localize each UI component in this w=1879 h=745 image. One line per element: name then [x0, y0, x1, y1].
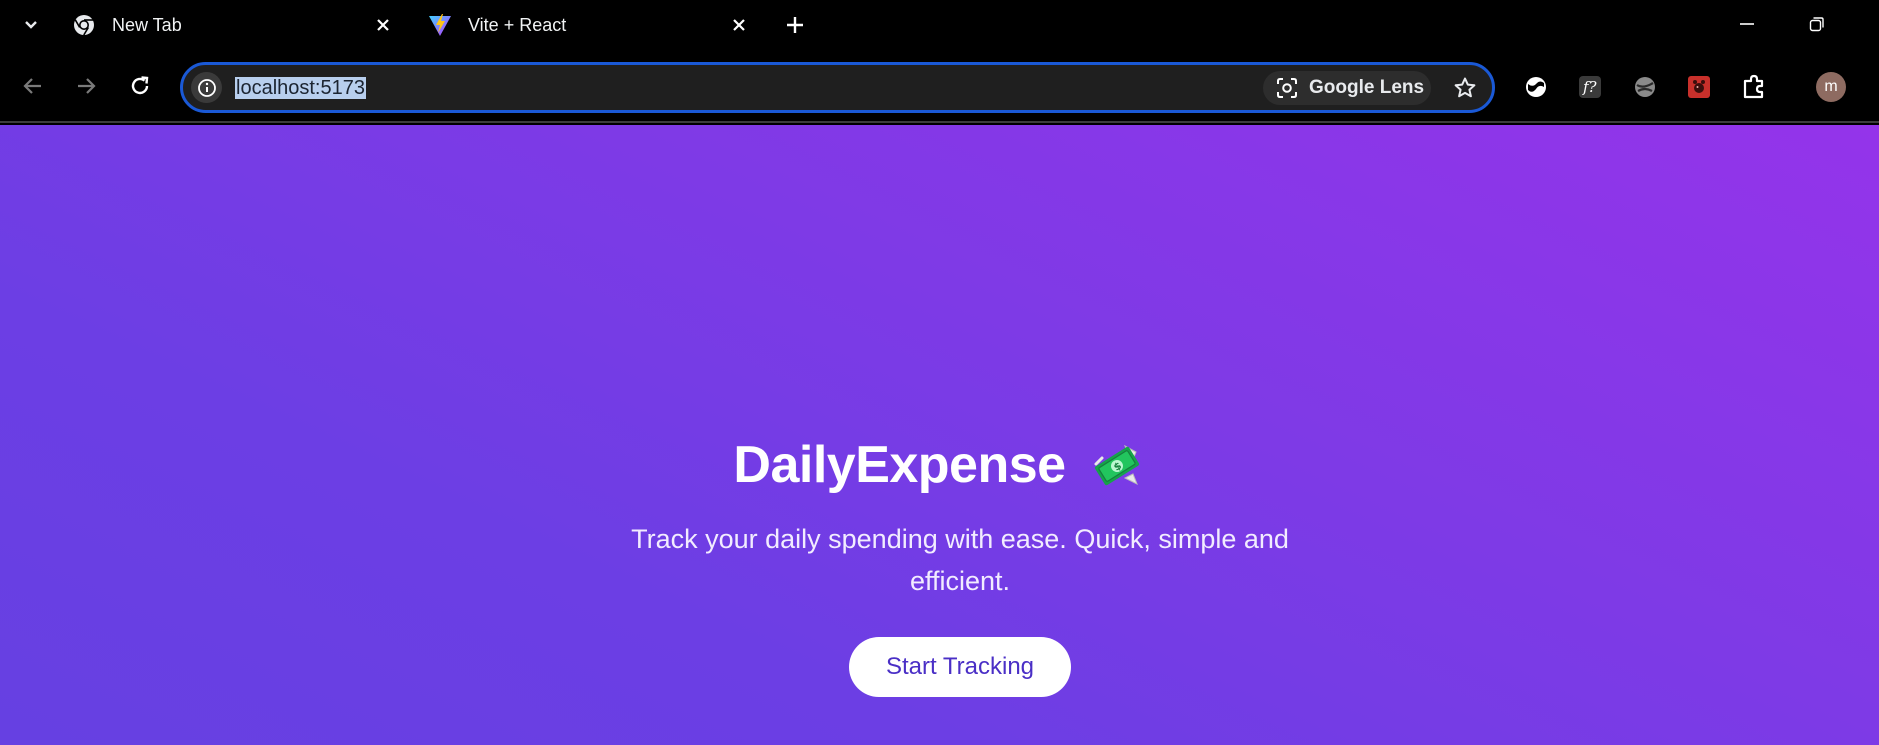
globe-icon[interactable]: [1631, 73, 1659, 101]
forward-arrow-icon[interactable]: [68, 68, 104, 104]
world-icon[interactable]: [1522, 73, 1550, 101]
font-identify-icon[interactable]: f?: [1576, 73, 1604, 101]
tab-search-chevron-icon[interactable]: [14, 10, 48, 40]
start-tracking-button[interactable]: Start Tracking: [849, 637, 1071, 697]
new-tab-plus-icon[interactable]: [780, 10, 810, 40]
red-bug-icon[interactable]: [1685, 73, 1713, 101]
minimize-icon[interactable]: [1722, 4, 1772, 44]
browser-toolbar: localhost:5173 Google Lens f? m: [0, 50, 1879, 123]
chrome-icon: [72, 13, 96, 37]
reload-icon[interactable]: [122, 68, 158, 104]
page-title: DailyExpense: [733, 436, 1066, 494]
site-info-icon[interactable]: [191, 72, 222, 103]
puzzle-icon[interactable]: [1740, 73, 1768, 101]
tab-title: New Tab: [112, 14, 182, 35]
flying-money-icon: $: [1094, 444, 1139, 486]
svg-text:f?: f?: [1582, 78, 1598, 96]
bookmark-star-icon[interactable]: [1451, 74, 1479, 102]
close-icon[interactable]: [370, 12, 396, 38]
tab-title: Vite + React: [468, 14, 567, 35]
google-lens-button[interactable]: Google Lens: [1263, 71, 1431, 105]
tab-new-tab[interactable]: New Tab: [62, 6, 402, 44]
address-bar[interactable]: localhost:5173 Google Lens: [180, 62, 1495, 113]
url-text[interactable]: localhost:5173: [235, 75, 366, 101]
hero-subtitle: Track your daily spending with ease. Qui…: [631, 524, 1289, 596]
close-icon[interactable]: [726, 12, 752, 38]
tab-strip: New Tab Vite + React: [0, 0, 1879, 50]
restore-icon[interactable]: [1792, 4, 1842, 44]
lens-label: Google Lens: [1309, 77, 1425, 98]
vite-icon: [428, 13, 452, 37]
hero-title-row: DailyExpense $: [0, 435, 1879, 495]
back-arrow-icon[interactable]: [15, 68, 51, 104]
lens-camera-icon: [1275, 76, 1299, 100]
tab-vite-react[interactable]: Vite + React: [418, 6, 758, 44]
app-landing-page: DailyExpense $ Track your daily spending…: [0, 125, 1879, 745]
profile-avatar[interactable]: m: [1816, 72, 1846, 102]
